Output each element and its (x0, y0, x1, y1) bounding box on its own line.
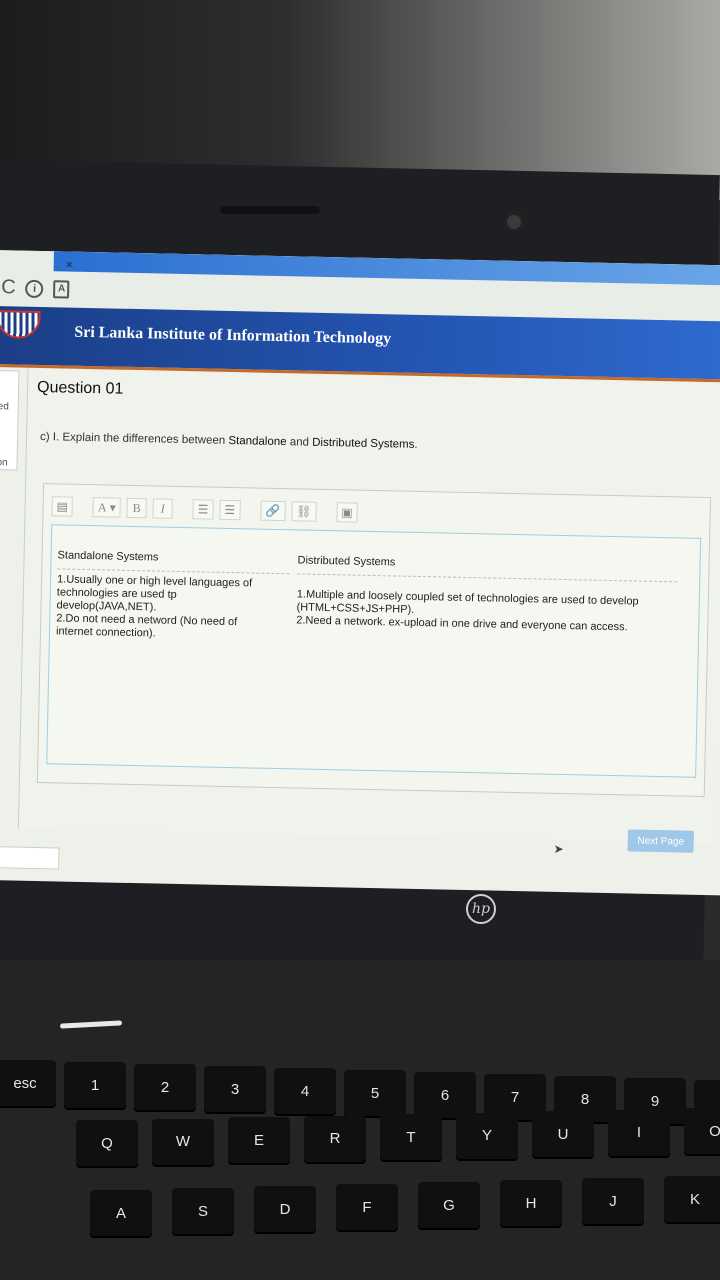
key-2[interactable]: 2 (134, 1064, 196, 1110)
key-j[interactable]: J (582, 1178, 644, 1224)
unlink-button[interactable]: ⛓ (290, 501, 317, 522)
hp-logo-icon: hp (466, 894, 496, 924)
key-t[interactable]: T (380, 1114, 442, 1160)
column-header: Distributed Systems (297, 554, 678, 583)
question-term-distributed: Distributed Systems (312, 436, 415, 451)
laptop-screen: × C i A Sri Lanka Institute of Informati… (0, 250, 720, 896)
key-d[interactable]: D (254, 1186, 316, 1232)
key-i[interactable]: I (608, 1109, 670, 1156)
key-u[interactable]: U (532, 1111, 594, 1157)
key-esc[interactable]: esc (0, 1060, 56, 1106)
answer-column-distributed: Distributed Systems 1.Multiple and loose… (296, 554, 678, 651)
webcam-icon (504, 212, 524, 232)
sliit-logo (0, 310, 41, 339)
font-size-label: A (97, 499, 107, 514)
left-sidebar: ed on (0, 369, 20, 471)
key-3[interactable]: 3 (204, 1066, 266, 1112)
image-button[interactable]: ▣ (336, 502, 358, 523)
key-h[interactable]: H (500, 1180, 562, 1226)
numbered-list-button[interactable]: ☰ (219, 499, 241, 521)
bottom-input[interactable] (0, 845, 60, 870)
answer-column-standalone: Standalone Systems 1.Usually one or high… (56, 549, 290, 643)
webcam-bar (220, 206, 320, 214)
toolbar-toggle-icon[interactable]: ▤ (51, 496, 74, 517)
column-header: Standalone Systems (57, 549, 290, 575)
question-term-standalone: Standalone (228, 434, 287, 449)
link-button[interactable]: 🔗 (259, 500, 286, 522)
question-mid: and (286, 436, 313, 449)
rich-text-editor: ▤ A ▾ B I ☰ ☰ 🔗 ⛓ ▣ Standalone Systems 1… (36, 483, 711, 798)
sidebar-label: ed (0, 401, 9, 413)
key-e[interactable]: E (228, 1117, 290, 1163)
key-k[interactable]: K (664, 1176, 720, 1222)
next-page-button[interactable]: Next Page (627, 829, 694, 853)
sidebar-label: on (0, 457, 8, 469)
key-o[interactable]: O (684, 1108, 720, 1154)
answer-textarea[interactable]: Standalone Systems 1.Usually one or high… (46, 524, 702, 778)
key-1[interactable]: 1 (64, 1062, 126, 1108)
key-4[interactable]: 4 (274, 1068, 336, 1114)
key-g[interactable]: G (418, 1182, 480, 1228)
key-s[interactable]: S (172, 1188, 234, 1234)
mouse-cursor-icon: ➤ (553, 841, 564, 857)
key-y[interactable]: Y (456, 1112, 518, 1159)
bullet-list-button[interactable]: ☰ (192, 499, 214, 520)
key-r[interactable]: R (304, 1115, 366, 1162)
key-6[interactable]: 6 (414, 1072, 476, 1118)
key-5[interactable]: 5 (344, 1070, 406, 1116)
question-suffix: . (414, 438, 418, 451)
key-f[interactable]: F (336, 1184, 398, 1230)
institution-name: Sri Lanka Institute of Information Techn… (74, 323, 392, 348)
tab-close-icon[interactable]: × (66, 258, 73, 272)
key-a[interactable]: A (90, 1190, 152, 1236)
editor-toolbar: ▤ A ▾ B I ☰ ☰ 🔗 ⛓ ▣ (51, 492, 358, 526)
reload-icon[interactable]: C (1, 276, 16, 299)
key-q[interactable]: Q (76, 1120, 138, 1166)
nav-icons: C i A (1, 276, 70, 300)
question-title: Question 01 (36, 378, 124, 398)
font-size-button[interactable]: A ▾ (92, 497, 121, 518)
translate-icon[interactable]: A (53, 279, 70, 299)
key-w[interactable]: W (152, 1118, 214, 1165)
answer-table: Standalone Systems 1.Usually one or high… (56, 549, 678, 651)
bold-button[interactable]: B (126, 497, 147, 519)
italic-button[interactable]: I (152, 498, 173, 519)
info-icon[interactable]: i (25, 279, 44, 298)
